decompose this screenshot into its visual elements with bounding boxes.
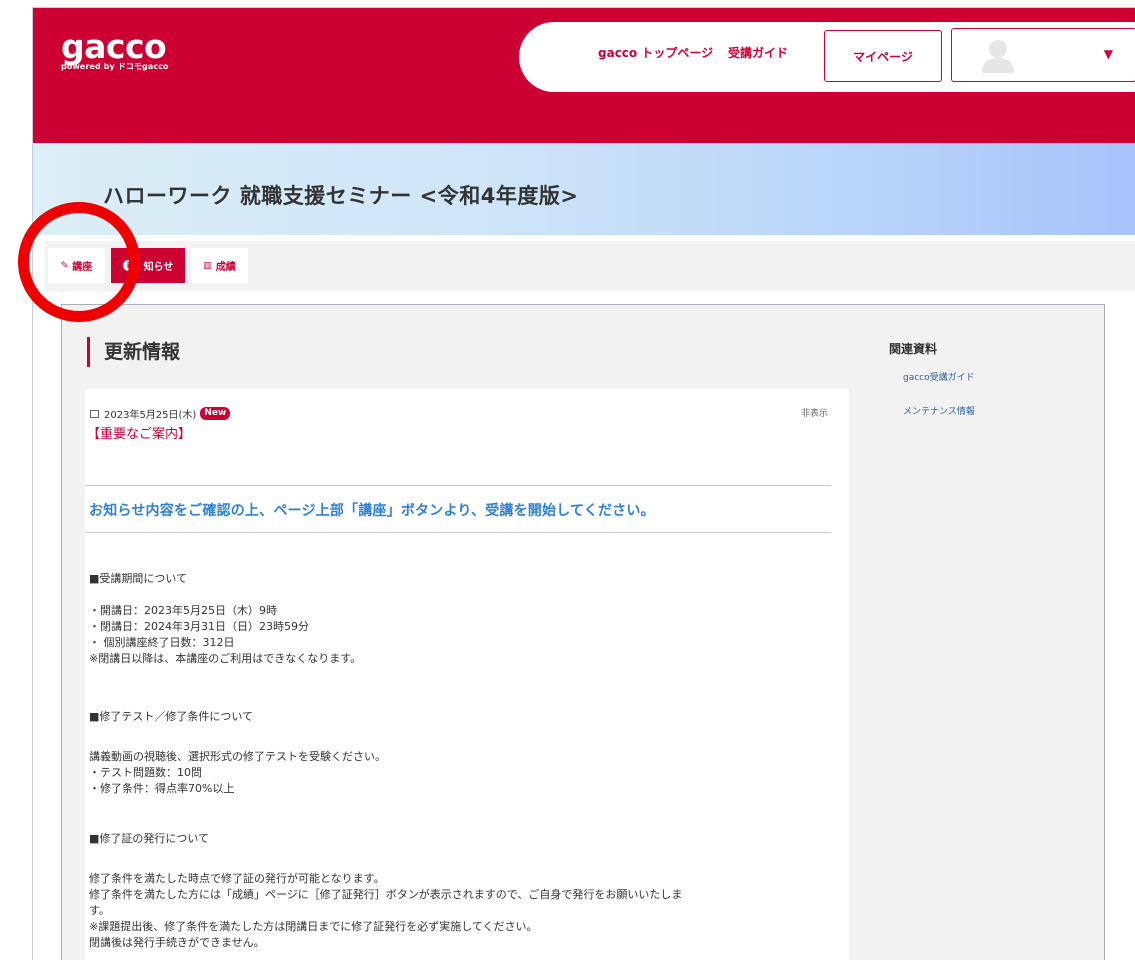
sidebar-link-maintenance[interactable]: メンテナンス情報 bbox=[903, 404, 975, 417]
post-line: ・閉講日：2024年3月31日（日）23時59分 bbox=[89, 620, 309, 633]
post-line: 閉講後は発行手続きができません。 bbox=[89, 936, 265, 949]
info-icon: i bbox=[122, 260, 134, 271]
chevron-down-icon: ▼ bbox=[1103, 47, 1113, 61]
tab-course[interactable]: ✎ 講座 bbox=[48, 248, 105, 283]
post-line: 修了条件を満たした時点で修了証の発行が可能となります。 bbox=[89, 872, 385, 885]
sidebar-heading: 関連資料 bbox=[889, 342, 938, 356]
chart-icon: ▥ bbox=[203, 260, 212, 271]
post-line: ※閉講日以降は、本講座のご利用はできなくなります。 bbox=[89, 652, 362, 665]
post-line: ※課題提出後、修了条件を満たした方は閉講日までに修了証発行を必ず実施してください… bbox=[89, 920, 538, 933]
post-line: ・テスト問題数：10問 bbox=[89, 766, 202, 779]
edit-icon: ✎ bbox=[60, 260, 69, 271]
section-title: 更新情報 bbox=[87, 337, 180, 367]
post-line: ■受講期間について bbox=[89, 572, 188, 585]
browser-page: gacco powered by ドコモgacco gacco トップページ 受… bbox=[32, 7, 1135, 960]
nav-guide-link[interactable]: 受講ガイド bbox=[728, 44, 788, 61]
post-line: す。 bbox=[89, 904, 110, 917]
mypage-button[interactable]: マイページ bbox=[824, 30, 942, 82]
post-date-row: 2023年5月25日(木) New bbox=[90, 406, 231, 421]
nav-top-page-link[interactable]: gacco トップページ bbox=[598, 44, 713, 61]
post-subject: 【重要なご案内】 bbox=[87, 427, 192, 442]
sidebar-link-guide[interactable]: gacco受講ガイド bbox=[903, 370, 975, 383]
tab-label: 講座 bbox=[72, 262, 93, 273]
divider bbox=[85, 532, 831, 533]
post-line: ・修了条件：得点率70%以上 bbox=[89, 782, 235, 795]
post-line: ・ 個別講座終了日数：312日 bbox=[89, 636, 235, 649]
tab-label: 知らせ bbox=[143, 262, 174, 273]
post-line: ■修了テスト／修了条件について bbox=[89, 710, 254, 723]
logo-wordmark: gacco bbox=[61, 27, 167, 66]
post-line: ■修了証の発行について bbox=[89, 832, 210, 845]
tab-news[interactable]: i 知らせ bbox=[111, 248, 185, 283]
user-menu-button[interactable]: ▼ bbox=[951, 28, 1135, 82]
post-headline: お知らせ内容をご確認の上、ページ上部「講座」ボタンより、受講を開始してください。 bbox=[89, 503, 655, 519]
avatar-icon bbox=[982, 40, 1014, 73]
post-line: 修了条件を満たした方には「成績」ページに［修了証発行］ボタンが表示されますので、… bbox=[89, 888, 683, 901]
tab-label: 成績 bbox=[215, 262, 236, 273]
gacco-logo[interactable]: gacco powered by ドコモgacco bbox=[61, 30, 169, 72]
calendar-icon bbox=[90, 409, 99, 418]
tab-grades[interactable]: ▥ 成績 bbox=[191, 248, 248, 283]
hide-post-link[interactable]: 非表示 bbox=[801, 406, 828, 419]
new-badge: New bbox=[200, 407, 231, 420]
logo-tagline: powered by ドコモgacco bbox=[61, 62, 169, 71]
page-title: ハローワーク 就職支援セミナー <令和4年度版> bbox=[103, 184, 579, 208]
post-line: 講義動画の視聴後、選択形式の修了テストを受験ください。 bbox=[89, 750, 386, 763]
post-date: 2023年5月25日(木) bbox=[104, 410, 197, 421]
post-line: ・開講日：2023年5月25日（木）9時 bbox=[89, 604, 277, 617]
divider bbox=[85, 485, 831, 486]
